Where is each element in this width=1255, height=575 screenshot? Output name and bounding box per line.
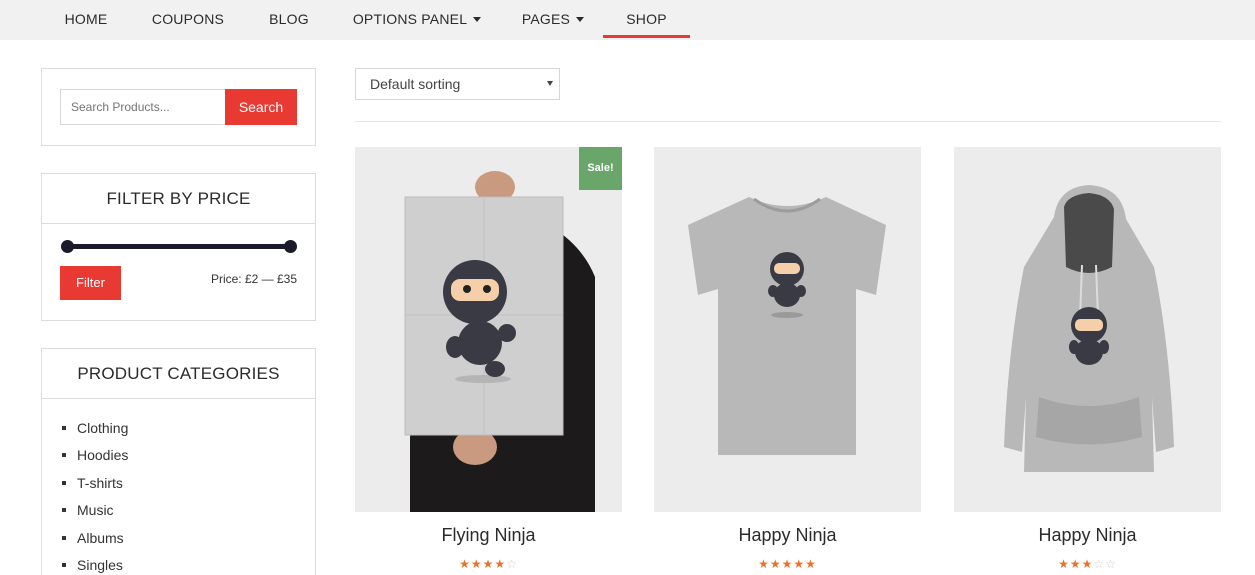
nav-item-home[interactable]: HOME (50, 0, 122, 38)
category-link[interactable]: Hoodies (77, 447, 128, 463)
category-item[interactable]: Music (62, 499, 128, 526)
price-slider-min-handle[interactable] (61, 240, 74, 253)
star-empty-icon: ☆ (506, 557, 518, 571)
category-link[interactable]: Clothing (77, 420, 128, 436)
product-image-tshirt-ninja[interactable] (654, 147, 921, 512)
filter-button[interactable]: Filter (60, 266, 121, 300)
star-icon: ★★★★ (459, 557, 507, 571)
bullet-icon (62, 453, 66, 458)
bullet-icon (62, 426, 66, 430)
category-link[interactable]: Albums (77, 530, 124, 546)
product-name[interactable]: Happy Ninja (654, 525, 921, 546)
bullet-icon (62, 562, 66, 567)
product-rating: ★★★★☆ (355, 557, 622, 571)
category-link[interactable]: Singles (77, 557, 123, 573)
widget-title: PRODUCT CATEGORIES (42, 349, 315, 399)
nav-item-pages[interactable]: PAGES (510, 0, 596, 38)
price-slider-track[interactable] (67, 244, 291, 249)
nav-item-shop[interactable]: SHOP (603, 0, 690, 38)
widget-title: FILTER BY PRICE (42, 174, 315, 224)
category-item[interactable]: Singles (62, 554, 128, 575)
product-image-hoodie-ninja[interactable] (954, 147, 1221, 512)
bullet-icon (62, 480, 66, 485)
star-empty-icon: ☆☆ (1093, 557, 1117, 571)
product-name[interactable]: Happy Ninja (954, 525, 1221, 546)
category-link[interactable]: Music (77, 502, 114, 518)
nav-label: OPTIONS PANEL (352, 11, 468, 27)
bullet-icon (62, 508, 66, 513)
category-item[interactable]: T-shirts (62, 472, 128, 499)
price-filter-widget: FILTER BY PRICE Filter Price: £2 — £35 (41, 173, 316, 321)
price-slider-max-handle[interactable] (284, 240, 297, 253)
product-name[interactable]: Flying Ninja (355, 525, 622, 546)
nav-item-blog[interactable]: BLOG (256, 0, 322, 38)
product-image-poster-ninja[interactable]: Sale! (355, 147, 622, 512)
chevron-down-icon (473, 17, 482, 22)
category-list: Clothing Hoodies T-shirts Music Albums S… (62, 417, 128, 575)
sale-badge: Sale! (579, 147, 622, 190)
dropdown-arrow-icon (547, 81, 553, 86)
top-navigation: HOME COUPONS BLOG OPTIONS PANEL PAGES SH… (0, 0, 1255, 40)
sorting-select[interactable]: Default sorting (355, 68, 560, 100)
category-link[interactable]: T-shirts (77, 475, 123, 491)
star-icon: ★★★ (1058, 557, 1094, 571)
nav-label: SHOP (626, 11, 667, 27)
divider (355, 121, 1221, 122)
product-categories-widget: PRODUCT CATEGORIES Clothing Hoodies T-sh… (41, 348, 316, 575)
nav-label: PAGES (521, 11, 571, 27)
hoodie-ninja-illustration (954, 147, 1221, 512)
category-item[interactable]: Clothing (62, 417, 128, 444)
search-button[interactable]: Search (225, 89, 297, 125)
poster-ninja-illustration (355, 147, 622, 512)
category-item[interactable]: Hoodies (62, 444, 128, 471)
nav-item-coupons[interactable]: COUPONS (140, 0, 236, 38)
chevron-down-icon (576, 17, 585, 22)
price-range-label: Price: £2 — £35 (210, 272, 297, 286)
bullet-icon (62, 535, 66, 540)
product-rating: ★★★★★ (654, 557, 921, 571)
active-nav-indicator (603, 35, 690, 38)
nav-label: COUPONS (151, 11, 225, 27)
product-rating: ★★★☆☆ (954, 557, 1221, 571)
tshirt-ninja-illustration (654, 147, 921, 512)
search-widget: Search (41, 68, 316, 146)
nav-label: BLOG (269, 11, 309, 27)
nav-item-options-panel[interactable]: OPTIONS PANEL (344, 0, 490, 38)
search-input[interactable] (60, 89, 226, 125)
sorting-selected-value: Default sorting (370, 76, 461, 92)
star-icon: ★★★★★ (758, 557, 817, 571)
category-item[interactable]: Albums (62, 527, 128, 554)
nav-label: HOME (64, 11, 108, 27)
